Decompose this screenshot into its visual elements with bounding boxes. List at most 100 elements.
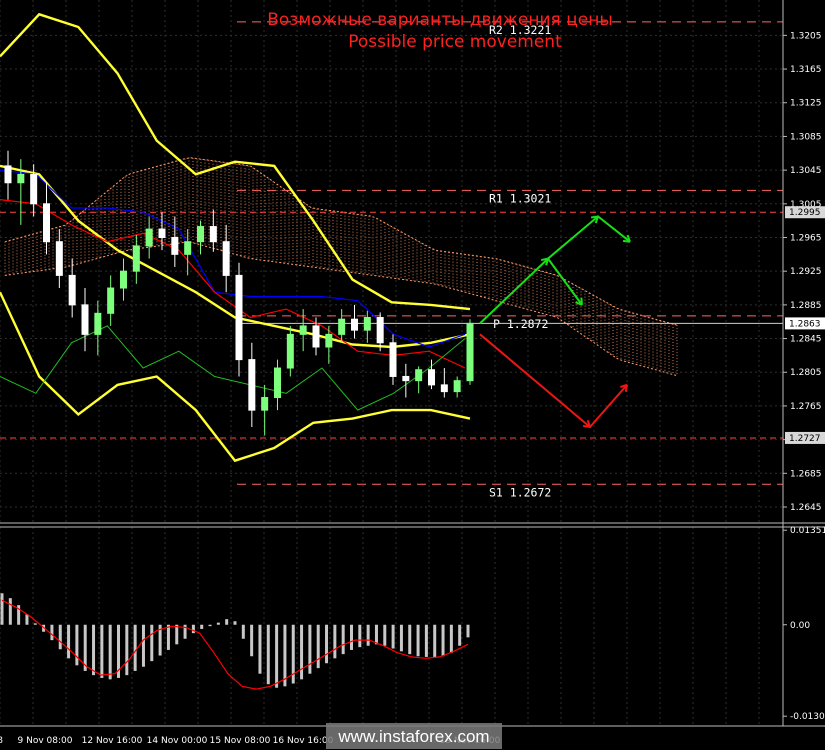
histogram-bar [33,623,37,625]
candle-body [363,317,371,331]
histogram-bar [208,624,212,627]
candle-body [81,304,89,335]
histogram-bar [125,624,129,676]
candle-body [389,342,397,377]
histogram-bar [441,624,445,657]
candle-body [312,325,320,348]
histogram-bar [67,624,71,659]
osc-tick-label: 0.01351 [790,526,825,536]
histogram-bar [241,624,245,639]
candle-body [453,380,461,393]
candle-body [338,318,346,335]
price-tag-support-label: 1.2727 [789,434,821,444]
candle-body [466,322,474,382]
histogram-bar [408,624,412,655]
candle-body [55,241,63,276]
histogram-bar [391,624,395,649]
chart-title-ru: Возможные варианты движения цены [267,10,613,30]
candle-body [209,226,217,243]
x-tick-label: 15 Nov 08:00 [210,736,271,746]
histogram-bar [108,624,112,680]
histogram-bar [133,624,137,671]
histogram-bar [141,624,145,667]
candle-body [428,369,435,386]
candle-body [235,274,243,361]
candle-body [17,173,25,184]
candle-body [4,165,12,184]
price-tag-current: 1.2863 [785,317,825,330]
y-tick-label: 1.2845 [790,335,822,345]
candle-body [351,318,358,331]
x-tick-label: 9 Nov 08:00 [18,736,73,746]
candle-body [248,359,256,411]
candle-body [299,325,307,335]
candle-body [402,375,410,382]
candle-body [415,369,423,382]
histogram-bar [92,624,96,676]
y-tick-label: 1.3205 [790,31,822,41]
histogram-bar [383,624,387,646]
watermark: www.instaforex.com [326,723,502,749]
histogram-bar [225,619,229,625]
candle-body [132,245,140,272]
candle-body [107,287,115,314]
histogram-bar [341,624,345,655]
x-tick-label: 9 Nov 2018 [0,736,3,746]
price-tag-resistance-label: 1.2995 [789,208,821,218]
histogram-bar [374,624,378,645]
histogram-bar [100,624,104,678]
histogram-bar [58,624,62,650]
histogram-bar [8,598,12,625]
candle-body [325,333,333,348]
candle-body [43,203,50,243]
histogram-bar [366,624,370,646]
y-tick-label: 1.2645 [790,503,822,513]
candle-body [184,241,192,255]
watermark-text: www.instaforex.com [337,727,489,746]
histogram-bar [283,624,287,687]
candle-body [68,274,76,306]
histogram-bar [350,624,353,650]
candle-body [120,270,127,289]
histogram-bar [424,624,428,657]
histogram-bar [166,624,170,650]
osc-tick-label: -0.01307 [790,712,825,722]
histogram-bar [50,624,54,641]
histogram-bar [25,614,29,625]
histogram-bar [233,621,237,625]
histogram-bar [275,624,279,688]
y-tick-label: 1.2685 [790,469,822,479]
y-tick-label: 1.3125 [790,99,822,109]
histogram-bar [433,624,437,658]
price-tag-resistance: 1.2995 [785,206,825,219]
price-chart[interactable]: R2 1.3221R1 1.3021P 1.2872S1 1.2672 1.32… [0,0,825,750]
level-label-r1: R1 1.3021 [489,191,551,205]
y-tick-label: 1.3045 [790,166,822,176]
candle-body [440,384,448,393]
histogram-bar [0,593,4,625]
y-tick-label: 1.2765 [790,402,822,412]
histogram-bar [316,624,320,669]
y-tick-label: 1.2805 [790,368,822,378]
histogram-bar [150,624,154,662]
candle-body [376,317,384,344]
candle-body [94,312,102,335]
candle-body [171,236,179,255]
candle-body [274,367,281,399]
candle-body [286,333,294,369]
candle-body [145,228,153,247]
histogram-bar [308,624,312,674]
candle-body [261,397,269,411]
histogram-bar [258,624,262,674]
histogram-bar [416,624,420,657]
y-tick-label: 1.3085 [790,132,822,142]
histogram-bar [266,624,270,685]
histogram-bar [175,624,179,645]
histogram-bar [75,624,79,666]
histogram-bar [458,624,462,646]
y-tick-label: 1.2885 [790,301,822,311]
chart-title-en: Possible price movement [348,32,562,52]
price-tag-current-label: 1.2863 [789,319,821,329]
x-tick-label: 12 Nov 16:00 [82,736,143,746]
histogram-bar [325,624,329,664]
